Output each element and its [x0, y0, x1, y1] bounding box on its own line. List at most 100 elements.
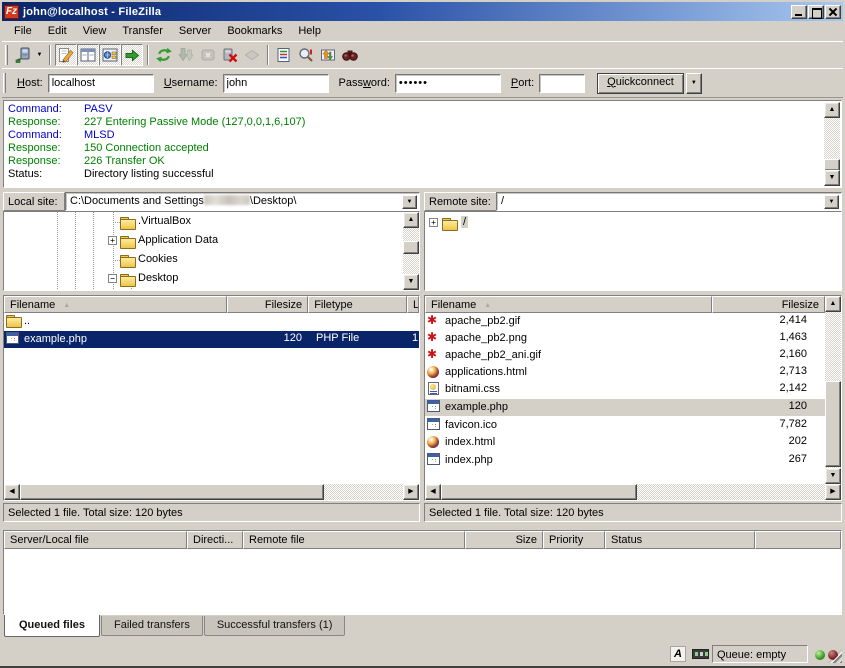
queue-column-status[interactable]: Status [605, 531, 755, 549]
column-header-filesize[interactable]: Filesize [712, 296, 825, 313]
scroll-up-button[interactable]: ▲ [825, 296, 841, 312]
host-input[interactable] [48, 74, 154, 93]
toggle-directory-tree-icon[interactable] [99, 44, 121, 66]
minimize-button[interactable] [791, 5, 807, 19]
menu-file[interactable]: File [6, 23, 40, 39]
tab-queued-files[interactable]: Queued files [4, 615, 100, 637]
expand-icon[interactable]: + [108, 236, 117, 245]
toolbar-dropdown-icon[interactable]: ▼ [34, 44, 45, 66]
queue-column-directi-[interactable]: Directi... [187, 531, 243, 549]
remote-horizontal-scrollbar[interactable]: ◀ ▶ [425, 484, 841, 500]
collapse-icon[interactable]: − [108, 274, 117, 283]
toolbar-separator [267, 45, 269, 65]
tree-item-label[interactable]: Cookies [138, 253, 178, 265]
maximize-button[interactable] [808, 5, 824, 19]
close-button[interactable] [825, 5, 841, 19]
tree-item-label[interactable]: .VirtualBox [138, 215, 191, 227]
status-bar: A Queue: empty [3, 645, 842, 664]
combo-dropdown-icon[interactable]: ▼ [402, 195, 417, 209]
menu-view[interactable]: View [75, 23, 115, 39]
queue-column-remote-file[interactable]: Remote file [243, 531, 465, 549]
scroll-thumb[interactable] [403, 241, 419, 254]
toggle-site-panes-icon[interactable] [77, 44, 99, 66]
scroll-thumb[interactable] [20, 484, 324, 500]
log-label: Command: [8, 129, 84, 142]
menu-transfer[interactable]: Transfer [114, 23, 171, 39]
file-row[interactable]: bitnami.css2,142 [425, 381, 825, 398]
file-row[interactable]: ✱apache_pb2_ani.gif2,160 [425, 347, 825, 364]
queue-column-size[interactable]: Size [465, 531, 543, 549]
toggle-transfer-queue-icon[interactable] [121, 44, 143, 66]
toggle-message-log-icon[interactable] [55, 44, 77, 66]
menu-help[interactable]: Help [290, 23, 329, 39]
log-label: Response: [8, 142, 84, 155]
tab-successful-transfers-1-[interactable]: Successful transfers (1) [204, 616, 346, 636]
tree-item-label[interactable]: / [461, 216, 468, 228]
column-header-filename[interactable]: Filename▲ [425, 296, 712, 313]
scroll-right-button[interactable]: ▶ [403, 484, 419, 500]
file-row[interactable]: ✱apache_pb2.png1,463 [425, 330, 825, 347]
remote-site-combo[interactable]: / ▼ [496, 192, 842, 211]
file-row[interactable]: .. [4, 313, 419, 330]
menu-edit[interactable]: Edit [40, 23, 75, 39]
menu-bookmarks[interactable]: Bookmarks [219, 23, 290, 39]
column-header-filesize[interactable]: Filesize [227, 296, 308, 313]
tree-vertical-scrollbar[interactable]: ▲ ▼ [403, 212, 419, 290]
menu-server[interactable]: Server [171, 23, 219, 39]
folder-icon [120, 273, 135, 286]
toolbar-grip[interactable] [5, 45, 8, 65]
tree-item-label[interactable]: Application Data [138, 234, 218, 246]
scroll-up-button[interactable]: ▲ [824, 102, 840, 118]
local-horizontal-scrollbar[interactable]: ◀ ▶ [4, 484, 419, 500]
column-header-filetype[interactable]: Filetype [308, 296, 407, 313]
column-header-label: Filetype [314, 299, 353, 311]
scroll-thumb[interactable] [441, 484, 637, 500]
scroll-down-button[interactable]: ▼ [825, 468, 841, 484]
data-type-indicator-icon[interactable]: A [670, 646, 686, 662]
file-row[interactable]: index.php267 [425, 452, 825, 469]
scroll-down-button[interactable]: ▼ [403, 274, 419, 290]
file-row[interactable]: index.html202 [425, 434, 825, 451]
file-row[interactable]: example.php120PHP File1 [4, 331, 419, 348]
site-manager-icon[interactable] [12, 44, 34, 66]
refresh-icon[interactable] [153, 44, 175, 66]
scroll-right-button[interactable]: ▶ [825, 484, 841, 500]
file-row[interactable]: ✱apache_pb2.gif2,414 [425, 313, 825, 330]
local-site-combo[interactable]: C:\Documents and Settings\Desktop\ ▼ [65, 192, 420, 211]
tree-item-label[interactable]: Desktop [138, 272, 178, 284]
tree-item[interactable]: + Application Data [4, 232, 401, 251]
tree-item[interactable]: +/ [425, 214, 823, 233]
filter-icon[interactable] [273, 44, 295, 66]
scroll-down-button[interactable]: ▼ [824, 170, 840, 186]
file-row[interactable]: example.php120 [425, 399, 825, 416]
scroll-left-button[interactable]: ◀ [425, 484, 441, 500]
quickbar-grip[interactable] [3, 73, 6, 93]
column-header-l[interactable]: L [407, 296, 419, 313]
directory-comparison-icon[interactable] [295, 44, 317, 66]
tree-item[interactable]: .VirtualBox [4, 213, 401, 232]
speed-limits-icon[interactable] [692, 649, 709, 659]
port-input[interactable] [539, 74, 585, 93]
quickconnect-button[interactable]: Quickconnect [597, 73, 684, 94]
file-row[interactable]: applications.html2,713 [425, 364, 825, 381]
tree-item[interactable]: Cookies [4, 251, 401, 270]
tab-failed-transfers[interactable]: Failed transfers [101, 616, 203, 636]
column-header-filename[interactable]: Filename▲ [4, 296, 227, 313]
quickconnect-dropdown-button[interactable]: ▼ [686, 73, 702, 94]
combo-dropdown-icon[interactable]: ▼ [824, 195, 839, 209]
scroll-up-button[interactable]: ▲ [403, 212, 419, 228]
queue-column-priority[interactable]: Priority [543, 531, 605, 549]
remote-vertical-scrollbar[interactable]: ▲ ▼ [825, 296, 841, 484]
disconnect-icon[interactable] [219, 44, 241, 66]
log-vertical-scrollbar[interactable]: ▲ ▼ [824, 102, 840, 186]
password-input[interactable] [395, 74, 501, 93]
tree-item[interactable]: − Desktop [4, 270, 401, 289]
synchronized-browsing-icon[interactable] [317, 44, 339, 66]
scroll-left-button[interactable]: ◀ [4, 484, 20, 500]
queue-column-server-local-file[interactable]: Server/Local file [4, 531, 187, 549]
expand-icon[interactable]: + [429, 218, 438, 227]
find-files-icon[interactable] [339, 44, 361, 66]
file-row[interactable]: favicon.ico7,782 [425, 417, 825, 434]
scroll-thumb[interactable] [825, 381, 841, 467]
username-input[interactable] [223, 74, 329, 93]
